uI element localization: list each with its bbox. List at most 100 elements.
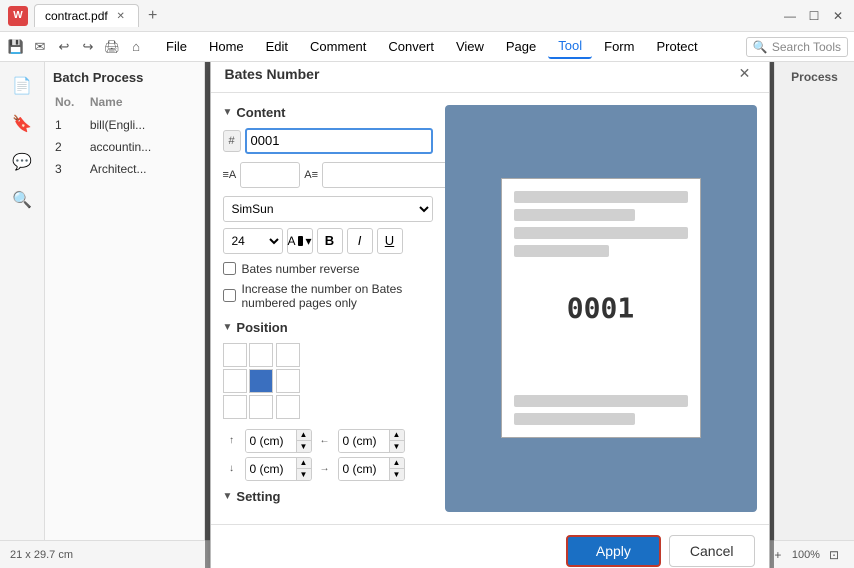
bottom-margin-input[interactable]	[246, 458, 296, 480]
left-margin-input[interactable]	[339, 430, 389, 452]
menu-file[interactable]: File	[156, 35, 197, 58]
bottom-margin-input-wrap: ▲ ▼	[245, 457, 312, 481]
left-margin-up[interactable]: ▲	[390, 429, 404, 441]
print-icon[interactable]: 🖨	[102, 37, 122, 57]
size-style-row: 24 A ▾ B I U	[223, 228, 433, 254]
close-icon[interactable]: ✕	[830, 8, 846, 24]
bates-increase-checkbox[interactable]	[223, 289, 236, 302]
menu-convert[interactable]: Convert	[378, 35, 444, 58]
right-panel-title: Process	[791, 70, 838, 84]
left-sidebar: 📄 🔖 💬 🔍	[0, 62, 45, 568]
font-row: SimSun	[223, 196, 433, 222]
prefix-input[interactable]	[240, 162, 300, 188]
bates-reverse-row: Bates number reverse	[223, 262, 433, 276]
bates-input-row: #	[223, 128, 433, 154]
content-section-label: Content	[236, 105, 285, 120]
bottom-margin-down[interactable]: ▼	[297, 469, 311, 481]
bates-reverse-checkbox[interactable]	[223, 262, 236, 275]
panel-table: No. Name 1 bill(Engli... 2 accountin... …	[53, 93, 196, 181]
right-margin-input-wrap: ▲ ▼	[338, 457, 405, 481]
position-grid	[223, 343, 301, 419]
fit-page-button[interactable]: ⊡	[824, 545, 844, 565]
prefix-suffix-row: ≡A A≡	[223, 162, 433, 188]
undo-icon[interactable]: ↩	[54, 37, 74, 57]
dialog-footer: Apply Cancel	[211, 524, 769, 568]
home-icon[interactable]: ⌂	[126, 37, 146, 57]
restore-icon[interactable]: ☐	[806, 8, 822, 24]
pos-cell-0[interactable]	[223, 343, 247, 367]
top-margin-down[interactable]: ▼	[297, 441, 311, 453]
bottom-margin-spinner[interactable]: ▲ ▼	[296, 457, 311, 481]
menu-home[interactable]: Home	[199, 35, 254, 58]
dialog-close-button[interactable]: ✕	[735, 64, 755, 84]
table-row[interactable]: 3 Architect...	[55, 159, 194, 179]
title-bar: W contract.pdf ✕ + — ☐ ✕	[0, 0, 854, 32]
menu-view[interactable]: View	[446, 35, 494, 58]
top-margin-up[interactable]: ▲	[297, 429, 311, 441]
color-picker-button[interactable]: A ▾	[287, 228, 313, 254]
pos-cell-6[interactable]	[223, 395, 247, 419]
tab-add-button[interactable]: +	[143, 6, 163, 26]
right-margin-down[interactable]: ▼	[390, 469, 404, 481]
font-select[interactable]: SimSun	[223, 196, 433, 222]
content-section-header[interactable]: ▼ Content	[223, 105, 433, 120]
bold-button[interactable]: B	[317, 228, 343, 254]
tab-close-icon[interactable]: ✕	[114, 9, 128, 23]
tab-contract[interactable]: contract.pdf ✕	[34, 4, 139, 27]
setting-section: ▼ Setting	[223, 489, 433, 504]
dialog-title: Bates Number	[225, 66, 320, 82]
zoom-level: 100%	[792, 549, 820, 561]
apply-button[interactable]: Apply	[566, 535, 661, 567]
preview-line-4	[514, 245, 610, 257]
position-section-header[interactable]: ▼ Position	[223, 320, 433, 335]
top-margin-input[interactable]	[246, 430, 296, 452]
bates-number-input[interactable]	[245, 128, 433, 154]
sidebar-comment-icon[interactable]: 💬	[6, 146, 38, 178]
menu-form[interactable]: Form	[594, 35, 644, 58]
save-icon[interactable]: 💾	[6, 37, 26, 57]
top-margin-spinner[interactable]: ▲ ▼	[296, 429, 311, 453]
menu-protect[interactable]: Protect	[646, 35, 707, 58]
right-margin-input[interactable]	[339, 458, 389, 480]
search-tools-box[interactable]: 🔍 Search Tools	[746, 37, 848, 57]
size-select[interactable]: 24	[223, 228, 283, 254]
pos-cell-2[interactable]	[276, 343, 300, 367]
bates-icon: #	[223, 130, 241, 152]
setting-collapse-icon: ▼	[223, 491, 233, 502]
minimize-icon[interactable]: —	[782, 8, 798, 24]
right-margin-spinner[interactable]: ▲ ▼	[389, 457, 404, 481]
table-row[interactable]: 2 accountin...	[55, 137, 194, 157]
pos-cell-3[interactable]	[223, 369, 247, 393]
pos-cell-7[interactable]	[249, 395, 273, 419]
bottom-margin-up[interactable]: ▲	[297, 457, 311, 469]
position-section: ▼ Position	[223, 320, 433, 481]
mail-icon[interactable]: ✉	[30, 37, 50, 57]
redo-icon[interactable]: ↪	[78, 37, 98, 57]
sidebar-bookmark-icon[interactable]: 🔖	[6, 108, 38, 140]
col-no: No.	[55, 95, 88, 113]
pos-cell-1[interactable]	[249, 343, 273, 367]
table-row[interactable]: 1 bill(Engli...	[55, 115, 194, 135]
main-layout: 📄 🔖 💬 🔍 Batch Process No. Name 1 bill(En…	[0, 62, 854, 568]
toolbar-icons: 💾 ✉ ↩ ↪ 🖨 ⌂	[6, 37, 146, 57]
pos-cell-8[interactable]	[276, 395, 300, 419]
menu-tool[interactable]: Tool	[548, 34, 592, 59]
bates-number-dialog: Bates Number ✕ ▼ Content #	[210, 62, 770, 568]
menu-edit[interactable]: Edit	[256, 35, 298, 58]
pos-cell-5[interactable]	[276, 369, 300, 393]
right-margin-up[interactable]: ▲	[390, 457, 404, 469]
cancel-button[interactable]: Cancel	[669, 535, 755, 567]
underline-button[interactable]: U	[377, 228, 403, 254]
menu-page[interactable]: Page	[496, 35, 546, 58]
menu-comment[interactable]: Comment	[300, 35, 376, 58]
sidebar-file-icon[interactable]: 📄	[6, 70, 38, 102]
sidebar-search-icon[interactable]: 🔍	[6, 184, 38, 216]
window-controls: — ☐ ✕	[782, 8, 846, 24]
left-margin-spinner[interactable]: ▲ ▼	[389, 429, 404, 453]
setting-section-header[interactable]: ▼ Setting	[223, 489, 433, 504]
left-margin-down[interactable]: ▼	[390, 441, 404, 453]
batch-process-panel: Batch Process No. Name 1 bill(Engli... 2…	[45, 62, 205, 568]
italic-button[interactable]: I	[347, 228, 373, 254]
content-collapse-icon: ▼	[223, 107, 233, 118]
pos-cell-4[interactable]	[249, 369, 273, 393]
